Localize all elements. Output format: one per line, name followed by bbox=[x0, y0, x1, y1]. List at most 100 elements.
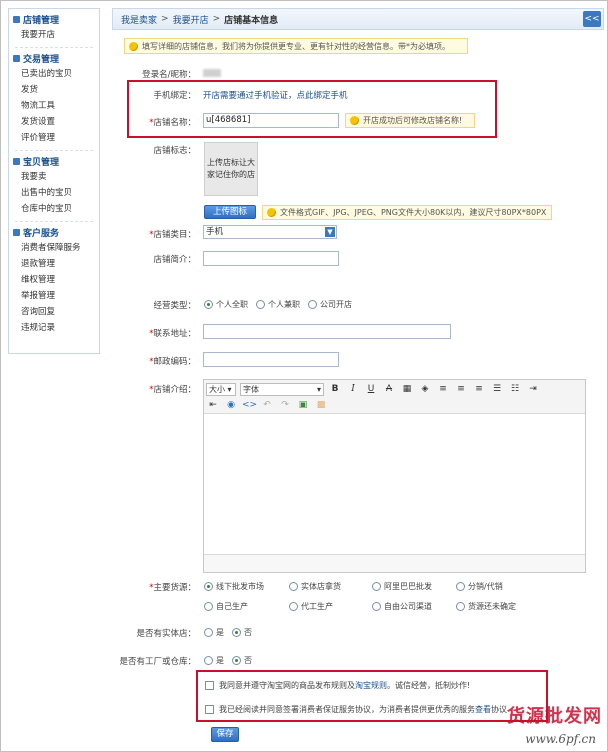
source-option-label: 实体店拿货 bbox=[301, 582, 341, 591]
indent-icon[interactable]: ⇥ bbox=[526, 383, 540, 396]
align-center-icon[interactable]: ≡ bbox=[454, 383, 468, 396]
sidebar-item[interactable]: 物流工具 bbox=[9, 98, 99, 114]
source-label: *主要货源： bbox=[149, 583, 196, 593]
radio-button[interactable] bbox=[204, 602, 213, 611]
sidebar-item[interactable]: 举报管理 bbox=[9, 288, 99, 304]
radio-button[interactable] bbox=[256, 300, 265, 309]
logo-label: 店铺标志： bbox=[153, 146, 196, 156]
radio-button[interactable] bbox=[372, 602, 381, 611]
source-option[interactable]: 阿里巴巴批发 bbox=[372, 581, 432, 592]
redo-icon[interactable]: ↷ bbox=[278, 399, 292, 412]
physical-store-yes[interactable]: 是 bbox=[204, 627, 224, 638]
radio-button[interactable] bbox=[456, 602, 465, 611]
text-color-icon[interactable]: ◈ bbox=[418, 383, 432, 396]
italic-icon[interactable]: I bbox=[346, 383, 360, 396]
sidebar-item[interactable]: 评价管理 bbox=[9, 130, 99, 146]
sidebar-item[interactable]: 退款管理 bbox=[9, 256, 99, 272]
intro-short-input[interactable] bbox=[203, 251, 339, 266]
font-family-select[interactable]: 字体 ▾ bbox=[240, 382, 324, 396]
radio-button[interactable] bbox=[204, 628, 213, 637]
underline-icon[interactable]: U bbox=[364, 383, 378, 396]
sidebar-item[interactable]: 我要卖 bbox=[9, 169, 99, 185]
sidebar-item[interactable]: 违规记录 bbox=[9, 320, 99, 336]
business-type-option[interactable]: 公司开店 bbox=[308, 299, 352, 310]
factory-no[interactable]: 否 bbox=[232, 655, 252, 666]
source-option[interactable]: 货源还未确定 bbox=[456, 601, 516, 612]
physical-store-no[interactable]: 否 bbox=[232, 627, 252, 638]
rich-text-editor[interactable]: 大小 ▾ 字体 ▾ B I U A ▦ ◈ ≡ ≡ ≡ ☰ ☷ ⇥ ⇤ ◉ <> … bbox=[203, 379, 586, 573]
sidebar-divider bbox=[15, 221, 93, 222]
font-size-select[interactable]: 大小 ▾ bbox=[206, 382, 236, 396]
shop-name-input[interactable]: u[468681] bbox=[203, 113, 339, 128]
bullet-list-icon[interactable]: ☰ bbox=[490, 383, 504, 396]
outdent-icon[interactable]: ⇤ bbox=[206, 399, 220, 412]
source-option[interactable]: 自己生产 bbox=[204, 601, 248, 612]
radio-button[interactable] bbox=[289, 582, 298, 591]
bind-phone-link[interactable]: 开店需要通过手机验证，点此绑定手机 bbox=[203, 89, 348, 101]
sidebar-item[interactable]: 发货设置 bbox=[9, 114, 99, 130]
bold-icon[interactable]: B bbox=[328, 383, 342, 396]
radio-button[interactable] bbox=[308, 300, 317, 309]
radio-button[interactable] bbox=[372, 582, 381, 591]
radio-button[interactable] bbox=[289, 602, 298, 611]
sidebar-item[interactable]: 发货 bbox=[9, 82, 99, 98]
sidebar-group-title[interactable]: 宝贝管理 bbox=[9, 153, 99, 169]
sidebar-item[interactable]: 消费者保障服务 bbox=[9, 240, 99, 256]
radio-button[interactable] bbox=[456, 582, 465, 591]
shop-name-tip-text: 开店成功后可修改店铺名称! bbox=[363, 116, 463, 125]
agreement-protection[interactable]: 我已经阅读并同意签署消费者保证服务协议，为消费者提供更优秀的服务 查看 协议 bbox=[205, 704, 507, 715]
square-icon bbox=[13, 15, 20, 23]
agree-protection-checkbox[interactable] bbox=[205, 705, 214, 714]
category-select[interactable]: 手机 ▼ bbox=[203, 225, 337, 239]
collapse-button[interactable]: << bbox=[583, 11, 601, 27]
factory-yes[interactable]: 是 bbox=[204, 655, 224, 666]
zip-input[interactable] bbox=[203, 352, 339, 367]
table-icon[interactable]: ▦ bbox=[400, 383, 414, 396]
upload-icon-button[interactable]: 上传图标 bbox=[204, 205, 256, 219]
strikethrough-icon[interactable]: A bbox=[382, 383, 396, 396]
agreement-rules[interactable]: 我同意并遵守淘宝网的商品发布规则 及 淘宝规则 。诚信经营，抵制炒作! bbox=[205, 680, 470, 691]
source-option[interactable]: 代工生产 bbox=[289, 601, 333, 612]
agree-rules-tail: 。诚信经营，抵制炒作! bbox=[387, 681, 471, 690]
zip-label: *邮政编码： bbox=[149, 357, 196, 367]
source-code-icon[interactable]: <> bbox=[242, 399, 257, 412]
upload-tip-text: 文件格式GIF、JPG、JPEG、PNG文件大小80K以内，建议尺寸80PX*8… bbox=[280, 208, 547, 217]
source-option[interactable]: 实体店拿货 bbox=[289, 581, 341, 592]
radio-button[interactable] bbox=[204, 300, 213, 309]
business-type-option[interactable]: 个人全职 bbox=[204, 299, 248, 310]
breadcrumb-seller[interactable]: 我是卖家 bbox=[121, 13, 157, 26]
image-icon[interactable]: ▣ bbox=[296, 399, 310, 412]
address-input[interactable] bbox=[203, 324, 451, 339]
emoticon-icon[interactable]: ▩ bbox=[314, 399, 328, 412]
logo-preview-box[interactable]: 上传店标让大家记住你的店 bbox=[204, 142, 258, 196]
radio-button[interactable] bbox=[204, 582, 213, 591]
sidebar-group-title[interactable]: 交易管理 bbox=[9, 50, 99, 66]
sidebar-item[interactable]: 维权管理 bbox=[9, 272, 99, 288]
agree-protection-tail: 协议 bbox=[491, 705, 507, 714]
business-type-option[interactable]: 个人兼职 bbox=[256, 299, 300, 310]
agree-rules-checkbox[interactable] bbox=[205, 681, 214, 690]
globe-icon[interactable]: ◉ bbox=[224, 399, 238, 412]
breadcrumb-open-shop[interactable]: 我要开店 bbox=[173, 13, 209, 26]
align-right-icon[interactable]: ≡ bbox=[472, 383, 486, 396]
sidebar-group-title[interactable]: 店铺管理 bbox=[9, 11, 99, 27]
radio-button[interactable] bbox=[232, 628, 241, 637]
view-agreement-link[interactable]: 查看 bbox=[475, 704, 491, 715]
breadcrumb-separator: > bbox=[161, 14, 169, 24]
sidebar-group-title[interactable]: 客户服务 bbox=[9, 224, 99, 240]
source-option[interactable]: 线下批发市场 bbox=[204, 581, 264, 592]
numbered-list-icon[interactable]: ☷ bbox=[508, 383, 522, 396]
sidebar-item[interactable]: 仓库中的宝贝 bbox=[9, 201, 99, 217]
save-button[interactable]: 保存 bbox=[211, 727, 239, 742]
radio-button[interactable] bbox=[204, 656, 213, 665]
sidebar-item[interactable]: 已卖出的宝贝 bbox=[9, 66, 99, 82]
taobao-rules-link[interactable]: 淘宝规则 bbox=[355, 680, 387, 691]
source-option[interactable]: 自由公司渠道 bbox=[372, 601, 432, 612]
source-option[interactable]: 分销/代销 bbox=[456, 581, 503, 592]
radio-button[interactable] bbox=[232, 656, 241, 665]
sidebar-item[interactable]: 我要开店 bbox=[9, 27, 99, 43]
sidebar-item[interactable]: 咨询回复 bbox=[9, 304, 99, 320]
sidebar-item[interactable]: 出售中的宝贝 bbox=[9, 185, 99, 201]
align-left-icon[interactable]: ≡ bbox=[436, 383, 450, 396]
undo-icon[interactable]: ↶ bbox=[260, 399, 274, 412]
